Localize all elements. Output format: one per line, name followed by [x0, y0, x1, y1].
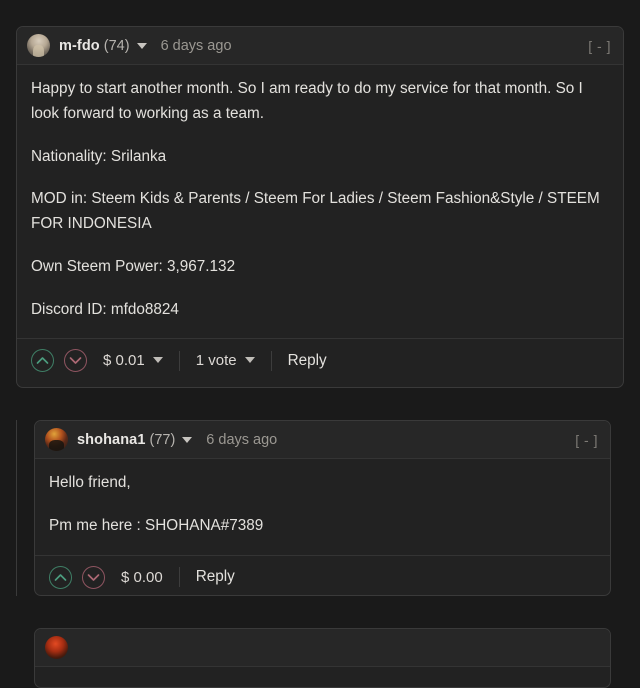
collapse-toggle[interactable]: [ - ] — [575, 432, 598, 448]
comment-timestamp: 6 days ago — [206, 431, 278, 448]
votes-chevron-down-icon[interactable] — [244, 357, 255, 364]
comment-header — [35, 629, 610, 667]
downvote-button[interactable] — [82, 565, 105, 589]
payout-amount[interactable]: $ 0.00 — [121, 569, 163, 586]
comment-body: Happy to start another month. So I am re… — [17, 65, 623, 338]
reply-button[interactable]: Reply — [288, 352, 327, 370]
upvote-button[interactable] — [31, 349, 54, 373]
upvote-button[interactable] — [49, 565, 72, 589]
comment-author-reputation: (77) — [149, 431, 176, 448]
comment-paragraph: Nationality: Srilanka — [31, 147, 167, 165]
comment-card-shohana1: shohana1 (77) 6 days ago [ - ] Hello fri… — [34, 420, 611, 596]
downvote-button[interactable] — [64, 349, 87, 373]
payout-amount[interactable]: $ 0.01 — [103, 352, 163, 369]
payout-value: $ 0.01 — [103, 352, 145, 370]
comment-paragraph: Discord ID: mfdo8824 — [31, 300, 179, 318]
collapse-toggle[interactable]: [ - ] — [588, 38, 611, 54]
comment-header: shohana1 (77) 6 days ago [ - ] — [35, 421, 610, 459]
vote-count-value: 1 vote — [195, 352, 237, 370]
comment-body: Hello friend, Pm me here : SHOHANA#7389 — [35, 459, 610, 555]
comment-footer: $ 0.00 Reply — [35, 554, 610, 595]
avatar-shohana1[interactable] — [45, 428, 68, 451]
comment-card-m-fdo: m-fdo (74) 6 days ago [ - ] Happy to sta… — [16, 26, 624, 388]
comment-author-name[interactable]: m-fdo — [59, 38, 100, 54]
avatar-partial[interactable] — [45, 636, 68, 659]
comment-card-partial — [34, 628, 611, 688]
payout-value: $ 0.00 — [121, 568, 163, 586]
payout-chevron-down-icon[interactable] — [152, 357, 163, 364]
reply-button[interactable]: Reply — [196, 568, 235, 586]
comment-paragraph: Own Steem Power: 3,967.132 — [31, 257, 236, 275]
comment-footer: $ 0.01 1 vote Reply — [17, 338, 623, 382]
chevron-down-icon[interactable] — [182, 436, 193, 443]
comment-paragraph: Happy to start another month. So I am re… — [31, 80, 583, 122]
comment-header: m-fdo (74) 6 days ago [ - ] — [17, 27, 623, 65]
comment-timestamp: 6 days ago — [160, 37, 232, 54]
comment-thread-page: m-fdo (74) 6 days ago [ - ] Happy to sta… — [0, 0, 640, 688]
footer-divider — [270, 350, 272, 371]
footer-divider — [178, 567, 180, 588]
avatar-m-fdo[interactable] — [27, 34, 50, 57]
comment-paragraph: Hello friend, — [49, 474, 131, 491]
chevron-down-icon[interactable] — [136, 42, 147, 49]
thread-guide-line — [16, 420, 17, 596]
comment-paragraph: Pm me here : SHOHANA#7389 — [49, 516, 264, 534]
comment-paragraph: MOD in: Steem Kids & Parents / Steem For… — [31, 190, 600, 233]
footer-divider — [178, 350, 180, 371]
comment-author-reputation: (74) — [103, 37, 130, 54]
comment-author-name[interactable]: shohana1 — [77, 432, 146, 448]
vote-count[interactable]: 1 vote — [196, 352, 255, 369]
